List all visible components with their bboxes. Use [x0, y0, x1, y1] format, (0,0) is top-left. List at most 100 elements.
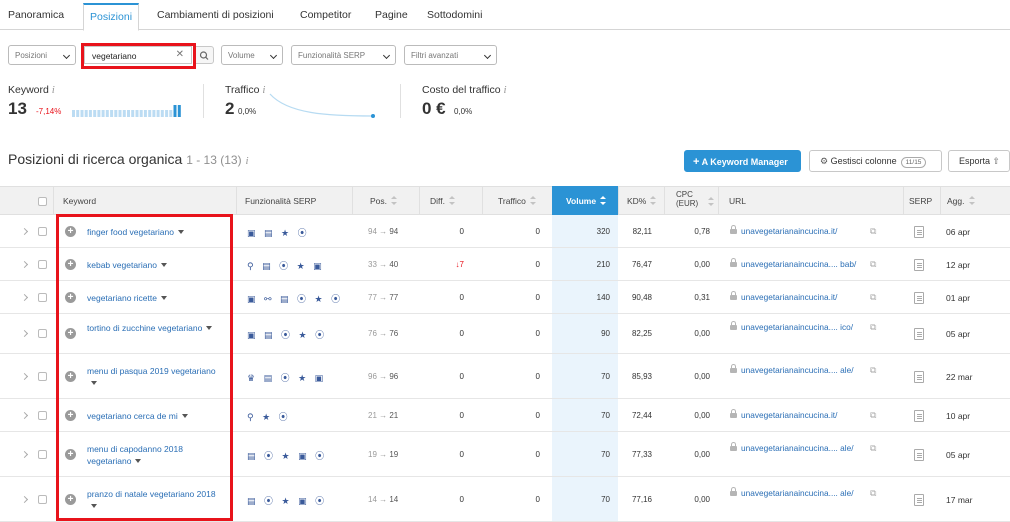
url-text: unavegetarianaincucina.... ico/ — [741, 322, 854, 332]
volume-filter[interactable]: Volume — [221, 45, 283, 65]
url-link[interactable]: unavegetarianaincucina.... ale/ — [730, 364, 854, 375]
row-checkbox[interactable] — [38, 260, 47, 269]
serp-snapshot-icon[interactable] — [914, 226, 924, 238]
serp-features-filter[interactable]: Funzionalità SERP — [291, 45, 396, 65]
expand-icon[interactable] — [20, 260, 29, 269]
serp-snapshot-icon[interactable] — [914, 371, 924, 383]
row-checkbox[interactable] — [38, 293, 47, 302]
row-checkbox[interactable] — [38, 372, 47, 381]
position-from: 94 — [368, 227, 377, 236]
row-checkbox[interactable] — [38, 329, 47, 338]
external-link-icon[interactable]: ⧉ — [870, 488, 876, 499]
keyword-manager-button[interactable]: + A Keyword Manager — [684, 150, 801, 172]
url-link[interactable]: unavegetarianaincucina.... ale/ — [730, 442, 854, 453]
diff-cell: 0 — [459, 450, 464, 459]
kd-cell: 77,16 — [631, 495, 652, 504]
info-icon[interactable]: i — [262, 84, 265, 96]
serp-snapshot-icon[interactable] — [914, 449, 924, 461]
serp-snapshot-icon[interactable] — [914, 410, 924, 422]
col-serp-features[interactable]: Funzionalità SERP — [245, 196, 316, 206]
tab-pagine[interactable]: Pagine — [375, 9, 408, 21]
col-cpc[interactable]: CPC (EUR) — [676, 190, 704, 208]
url-link[interactable]: unavegetarianaincucina.it/ — [730, 291, 837, 302]
volume-cell: 90 — [601, 329, 610, 338]
serp-snapshot-icon[interactable] — [914, 292, 924, 304]
manage-columns-button[interactable]: ⚙ Gestisci colonne 11/15 — [809, 150, 942, 172]
expand-icon[interactable] — [20, 372, 29, 381]
row-checkbox[interactable] — [38, 450, 47, 459]
col-agg[interactable]: Agg. — [947, 196, 975, 206]
external-link-icon[interactable]: ⧉ — [870, 322, 876, 333]
url-link[interactable]: unavegetarianaincucina.it/ — [730, 409, 837, 420]
row-checkbox[interactable] — [38, 411, 47, 420]
chevron-down-icon — [62, 51, 71, 60]
url-link[interactable]: unavegetarianaincucina.... ico/ — [730, 321, 854, 332]
serp-snapshot-icon[interactable] — [914, 259, 924, 271]
lock-icon — [730, 291, 737, 300]
select-all-checkbox[interactable] — [38, 197, 47, 206]
manage-columns-label: Gestisci colonne — [830, 156, 897, 166]
positions-filter-label: Posizioni — [15, 51, 48, 60]
tab-cambiamenti-posizioni[interactable]: Cambiamenti di posizioni — [157, 9, 274, 21]
updated-date: 17 mar — [946, 495, 973, 505]
external-link-icon[interactable]: ⧉ — [870, 292, 876, 303]
advanced-filters-label: Filtri avanzati — [411, 51, 459, 60]
search-button[interactable] — [193, 46, 214, 64]
col-diff[interactable]: Diff. — [430, 196, 455, 206]
column-divider — [940, 187, 941, 214]
external-link-icon[interactable]: ⧉ — [870, 443, 876, 454]
tab-competitor[interactable]: Competitor — [300, 9, 351, 21]
keyword-trend-chart — [72, 105, 181, 117]
keyword-trend-bar — [165, 110, 169, 117]
column-divider — [903, 187, 904, 214]
expand-icon[interactable] — [20, 411, 29, 420]
url-link[interactable]: unavegetarianaincucina.it/ — [730, 225, 838, 236]
expand-icon[interactable] — [20, 227, 29, 236]
col-volume[interactable]: Volume — [552, 186, 618, 215]
col-kd[interactable]: KD% — [627, 196, 657, 206]
row-checkbox[interactable] — [38, 227, 47, 236]
col-serp[interactable]: SERP — [909, 196, 932, 206]
col-traffic[interactable]: Traffico — [498, 196, 536, 206]
url-link[interactable]: unavegetarianaincucina.... bab/ — [730, 258, 856, 269]
position-cell: 33 → 40 — [368, 260, 399, 269]
volume-filter-label: Volume — [228, 51, 255, 60]
col-keyword[interactable]: Keyword — [63, 196, 96, 206]
tab-panoramica[interactable]: Panoramica — [8, 9, 64, 21]
info-icon[interactable]: i — [245, 155, 248, 167]
url-text: unavegetarianaincucina.it/ — [741, 226, 838, 236]
divider — [400, 84, 401, 118]
expand-icon[interactable] — [20, 293, 29, 302]
kd-cell: 77,33 — [631, 450, 652, 459]
serp-snapshot-icon[interactable] — [914, 328, 924, 340]
updated-date: 05 apr — [946, 329, 971, 339]
tab-sottodomini[interactable]: Sottodomini — [427, 9, 482, 21]
expand-icon[interactable] — [20, 329, 29, 338]
columns-count-badge: 11/15 — [900, 157, 927, 168]
external-link-icon[interactable]: ⧉ — [870, 365, 876, 376]
row-checkbox[interactable] — [38, 495, 47, 504]
position-from: 77 — [368, 293, 377, 302]
external-link-icon[interactable]: ⧉ — [870, 226, 876, 237]
keyword-trend-bar — [88, 110, 92, 117]
url-link[interactable]: unavegetarianaincucina.... ale/ — [730, 487, 854, 498]
serp-snapshot-icon[interactable] — [914, 494, 924, 506]
col-url[interactable]: URL — [729, 196, 746, 206]
advanced-filters[interactable]: Filtri avanzati — [404, 45, 497, 65]
external-link-icon[interactable]: ⧉ — [870, 410, 876, 421]
info-icon[interactable]: i — [52, 84, 55, 96]
volume-cell: 70 — [601, 372, 610, 381]
external-link-icon[interactable]: ⧉ — [870, 259, 876, 270]
keyword-trend-bar — [152, 110, 156, 117]
export-button[interactable]: Esporta ⇧ — [948, 150, 1010, 172]
keyword-trend-bar — [139, 110, 143, 117]
divider — [203, 84, 204, 118]
expand-icon[interactable] — [20, 495, 29, 504]
col-pos[interactable]: Pos. — [370, 196, 398, 206]
expand-icon[interactable] — [20, 450, 29, 459]
positions-filter[interactable]: Posizioni — [8, 45, 76, 65]
cost-metric-label: Costo del traffico i — [422, 84, 507, 96]
tab-posizioni[interactable]: Posizioni — [83, 3, 140, 31]
info-icon[interactable]: i — [504, 84, 507, 96]
traffic-cell: 0 — [535, 329, 540, 338]
